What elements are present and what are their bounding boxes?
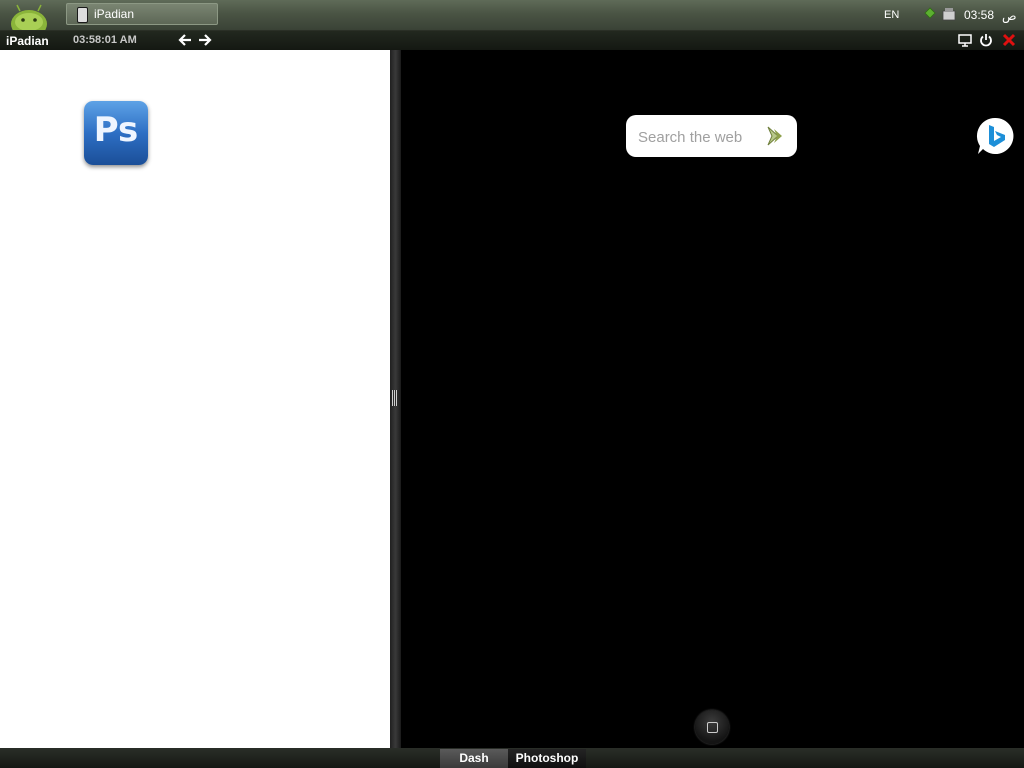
tab-dash[interactable]: Dash [440, 749, 508, 768]
power-icon[interactable] [979, 33, 993, 47]
keyboard-icon[interactable] [942, 7, 956, 21]
back-arrow-icon[interactable] [178, 33, 192, 47]
bottom-dock: Dash Photoshop [0, 748, 1024, 768]
tab-photoshop[interactable]: Photoshop [508, 749, 586, 768]
forward-arrow-icon[interactable] [198, 33, 212, 47]
taskbar-window-label: iPadian [94, 7, 135, 21]
language-indicator[interactable]: EN [884, 9, 899, 21]
taskbar: iPadian EN 03:58 ص [0, 0, 1024, 31]
content-panel [401, 50, 1024, 748]
panel-divider[interactable] [390, 50, 401, 748]
title-time: 03:58:01 AM [73, 34, 137, 46]
photoshop-icon[interactable]: Ps [84, 101, 148, 165]
search-go-arrow-icon[interactable] [762, 123, 788, 149]
app-grid-panel: Ps [0, 50, 390, 748]
bing-icon[interactable] [975, 116, 1015, 156]
tray-clock[interactable]: 03:58 [964, 8, 994, 22]
search-input[interactable] [636, 125, 760, 149]
tablet-icon [77, 7, 88, 23]
home-button[interactable] [695, 710, 729, 744]
monitor-icon[interactable] [958, 33, 972, 47]
drag-handle-icon[interactable] [392, 390, 398, 406]
tray-ampm: ص [1002, 9, 1017, 23]
home-square-icon [707, 722, 718, 733]
app-titlebar: iPadian 03:58:01 AM [0, 31, 1024, 50]
android-logo-icon[interactable] [8, 2, 50, 30]
network-icon[interactable] [924, 7, 936, 19]
web-search-box [626, 115, 797, 157]
close-icon[interactable] [1002, 33, 1016, 47]
taskbar-window-button[interactable]: iPadian [66, 3, 218, 25]
app-title: iPadian [6, 34, 49, 48]
photoshop-icon-glyph: Ps [93, 110, 139, 150]
